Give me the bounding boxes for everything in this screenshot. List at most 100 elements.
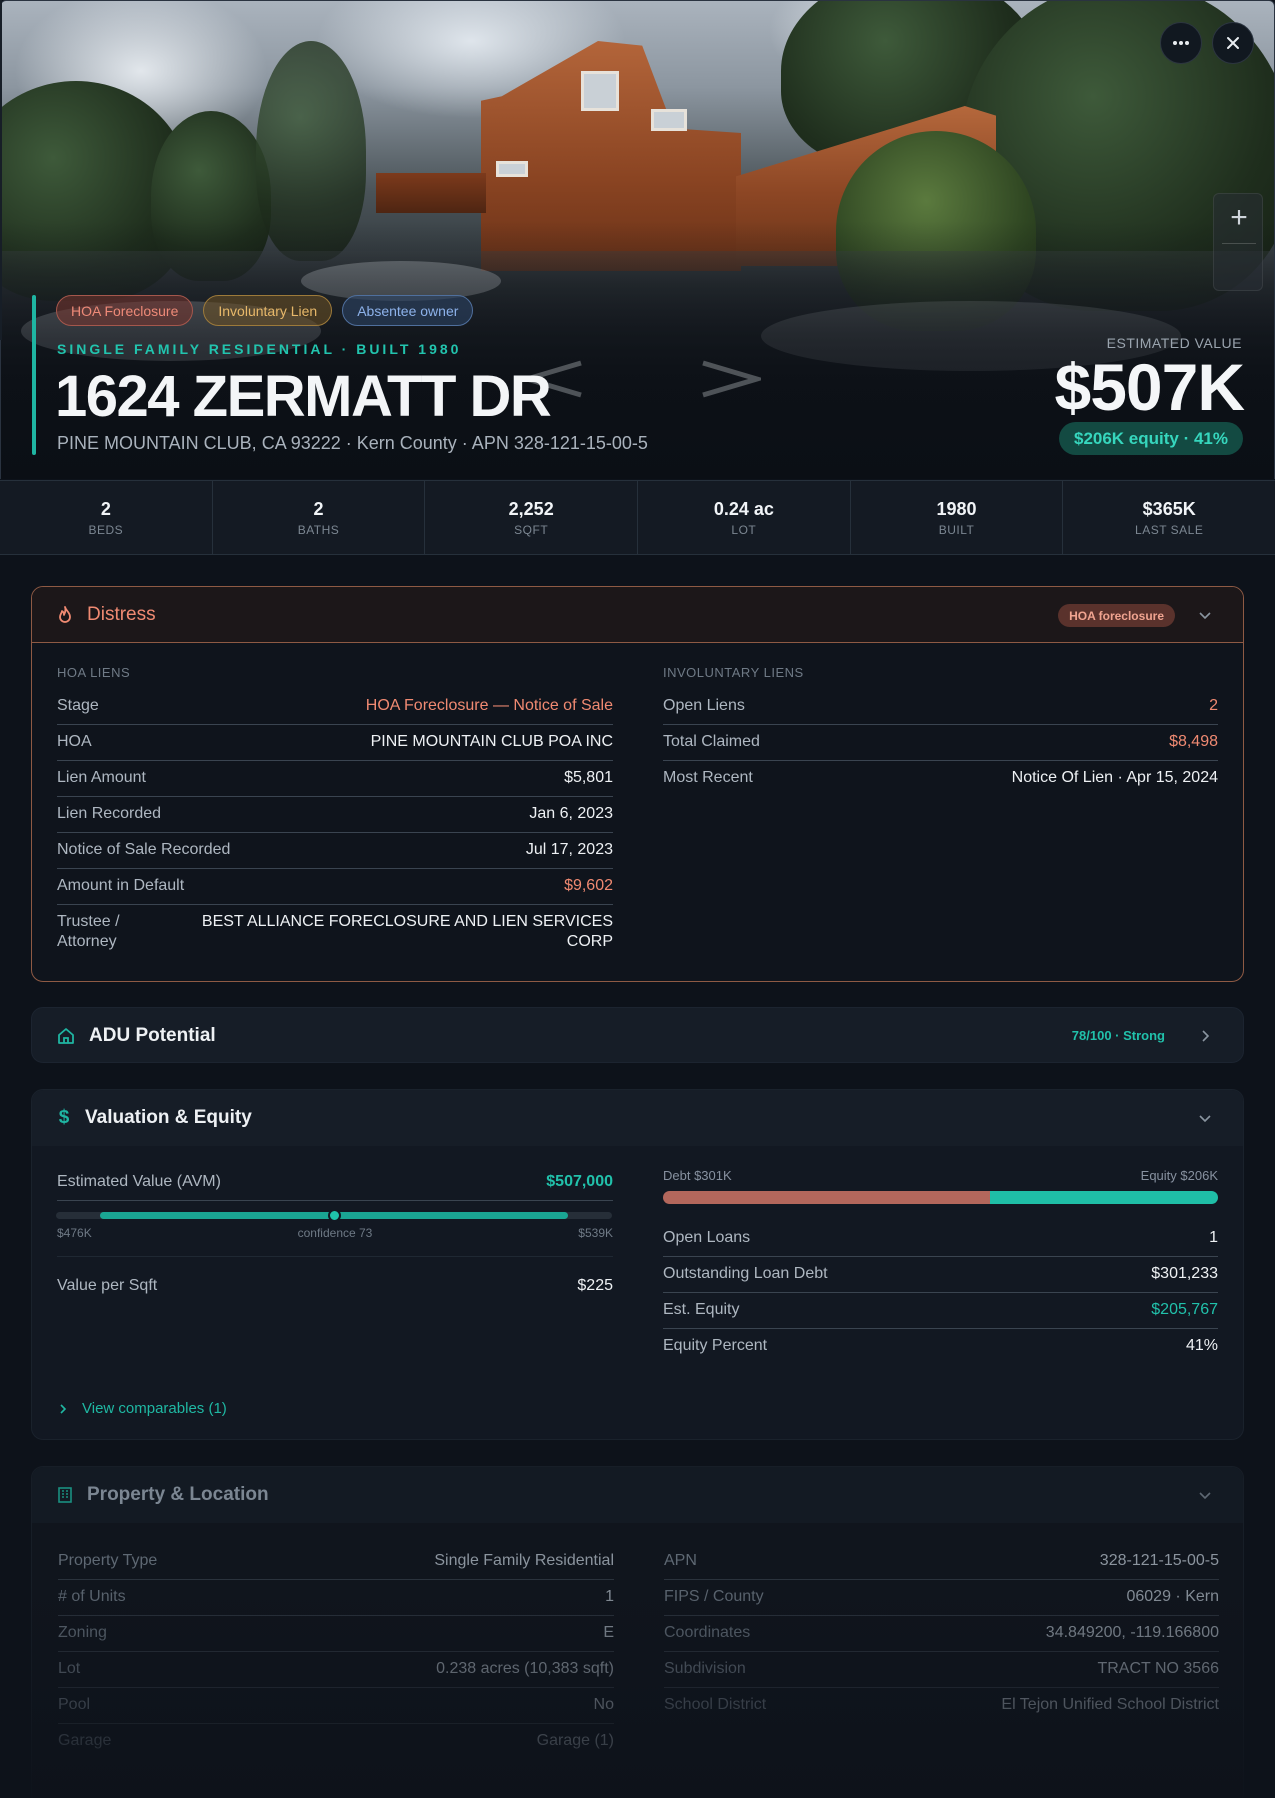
detail-row: Lien Recorded Jan 6, 2023 [57,796,613,832]
row-key: Pool [58,1696,91,1713]
detail-row: Pool No [58,1687,614,1723]
row-key: Lot [58,1660,81,1677]
flame-icon [59,605,71,623]
debt-equity-bar [663,1191,1218,1204]
row-value: PINE MOUNTAIN CLUB POA INC [370,733,613,750]
detail-row: FIPS / County 06029 · Kern [664,1579,1219,1615]
row-key: Value per Sqft [57,1277,158,1294]
stat-sqft: 2,252 SQFT [425,481,639,554]
avm-row: Estimated Value (AVM) $507,000 [57,1164,613,1200]
more-button[interactable] [1160,22,1202,64]
row-key: Equity Percent [663,1337,768,1354]
equity-segment [990,1191,1218,1204]
row-value: Single Family Residential [434,1552,614,1569]
row-value: 328-121-15-00-5 [1099,1552,1219,1569]
property-header[interactable]: Property & Location [32,1467,1243,1523]
chevron-down-icon[interactable] [1197,1487,1213,1503]
row-value: Garage (1) [536,1732,614,1749]
row-value: $507,000 [546,1173,613,1190]
building-icon [58,1487,72,1503]
close-button[interactable] [1212,22,1254,64]
chip-absentee-owner[interactable]: Absentee owner [342,295,474,326]
dollar-icon: $ [58,1107,70,1128]
stat-value: 1980 [936,498,977,519]
row-key: Total Claimed [663,733,760,750]
property-type-eyebrow: SINGLE FAMILY RESIDENTIAL · BUILT 1980 [57,341,462,357]
detail-row: Value per Sqft $225 [57,1268,613,1304]
row-key: Open Loans [663,1229,751,1246]
row-key: Lien Amount [57,769,146,786]
stat-beds: 2 BEDS [0,481,213,554]
detail-row: Open Liens 2 [663,688,1218,724]
row-value: 34.849200, -119.166800 [1045,1624,1219,1641]
row-key: Property Type [58,1552,158,1569]
equity-label: Equity $206K [1140,1168,1218,1183]
zoom-out-button[interactable] [1214,244,1264,292]
trustee-label-line: Trustee / [57,913,120,930]
stat-value: $365K [1142,498,1196,519]
trustee-value-line: CORP [566,933,613,950]
debt-label: Debt $301K [663,1168,732,1183]
adu-header[interactable]: ADU Potential 78/100 · Strong [32,1008,1243,1062]
row-value: Jan 6, 2023 [529,805,613,822]
row-key: FIPS / County [664,1588,764,1605]
row-value: 1 [1209,1229,1218,1246]
detail-row: Lien Amount $5,801 [57,760,613,796]
row-key: Notice of Sale Recorded [57,841,231,858]
stat-lot: 0.24 ac LOT [638,481,851,554]
close-icon [1227,37,1239,49]
section-title: Distress [87,603,156,625]
stat-value: 2,252 [508,498,554,519]
involuntary-liens-label: INVOLUNTARY LIENS [663,665,804,680]
row-key: Estimated Value (AVM) [57,1173,221,1190]
property-detail-panel: + HOA Foreclosure Involuntary Lien Absen… [0,0,1275,1798]
view-comparables-link[interactable]: View comparables (1) [58,1400,227,1417]
zoom-in-button[interactable]: + [1214,194,1264,242]
detail-row: HOA PINE MOUNTAIN CLUB POA INC [57,724,613,760]
detail-row: APN 328-121-15-00-5 [664,1543,1219,1579]
row-key: Subdivision [664,1660,746,1677]
stat-label: BUILT [938,522,975,537]
row-key: APN [664,1552,697,1569]
detail-row: Lot 0.238 acres (10,383 sqft) [58,1651,614,1687]
row-value: No [593,1696,614,1713]
detail-row: Equity Percent 41% [663,1328,1218,1364]
row-value: $9,602 [564,877,613,894]
chip-hoa-foreclosure[interactable]: HOA Foreclosure [56,295,194,326]
stat-baths: 2 BATHS [213,481,426,554]
row-key: Stage [57,697,99,714]
row-key: Garage [58,1732,112,1749]
row-value: $301,233 [1151,1265,1218,1282]
chevron-right-icon [60,1403,67,1414]
stat-label: LOT [731,522,757,537]
row-key: Est. Equity [663,1301,740,1318]
row-key: Coordinates [664,1624,751,1641]
detail-row: Amount in Default $9,602 [57,868,613,904]
property-photo[interactable]: + HOA Foreclosure Involuntary Lien Absen… [0,0,1275,479]
distress-header[interactable]: Distress HOA foreclosure [32,587,1243,643]
row-key: Open Liens [663,697,745,714]
row-value: $8,498 [1169,733,1218,750]
row-key: Outstanding Loan Debt [663,1265,828,1282]
chevron-down-icon[interactable] [1197,607,1213,623]
trustee-value-line: BEST ALLIANCE FORECLOSURE AND LIEN SERVI… [201,913,613,930]
section-title: Valuation & Equity [85,1107,252,1128]
stat-label: LAST SALE [1135,522,1204,537]
adu-score: 78/100 · Strong [1071,1028,1165,1043]
chevron-right-icon[interactable] [1197,1028,1213,1044]
next-photo-icon[interactable] [701,351,766,409]
tag-chips: HOA Foreclosure Involuntary Lien Absente… [56,295,474,326]
more-horizontal-icon [1173,41,1189,45]
chevron-down-icon[interactable] [1197,1110,1213,1126]
chip-involuntary-lien[interactable]: Involuntary Lien [203,295,333,326]
section-title: Property & Location [87,1484,269,1505]
detail-row: Garage Garage (1) [58,1723,614,1759]
row-value: $5,801 [564,769,613,786]
detail-row: # of Units 1 [58,1579,614,1615]
adu-potential-section[interactable]: ADU Potential 78/100 · Strong [31,1007,1244,1063]
valuation-header[interactable]: $ Valuation & Equity [32,1090,1243,1146]
detail-row: Stage HOA Foreclosure — Notice of Sale [57,688,613,724]
detail-row: Total Claimed $8,498 [663,724,1218,760]
detail-row: Property Type Single Family Residential [58,1543,614,1579]
comparables-label: View comparables (1) [82,1400,227,1417]
